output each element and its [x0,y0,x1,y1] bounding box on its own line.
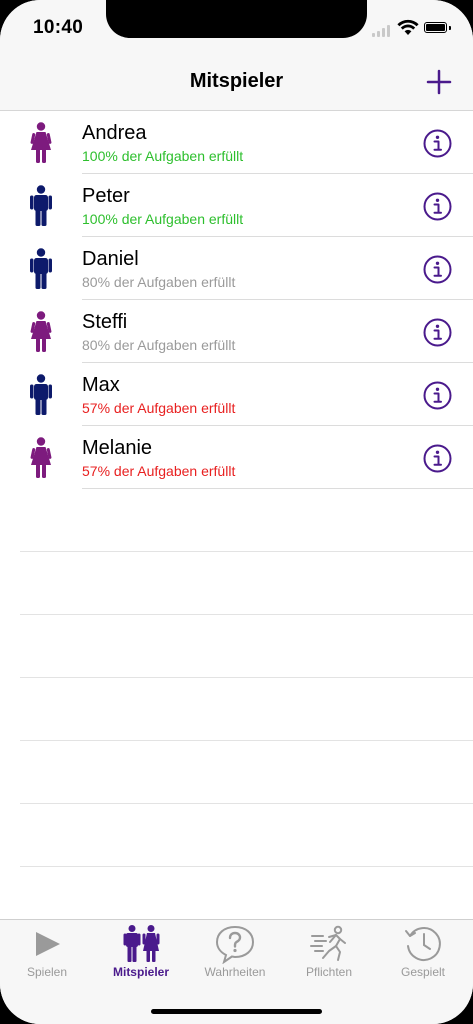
player-name: Melanie [82,437,153,459]
empty-row [0,615,473,678]
male-person-icon [28,185,54,227]
player-name: Peter [82,185,130,207]
male-person-icon [28,374,54,416]
players-icon [123,925,160,962]
player-row[interactable]: Andrea 100% der Aufgaben erfüllt [0,111,473,174]
empty-row [0,741,473,804]
tab-label: Pflichten [305,965,353,979]
info-button[interactable] [423,192,452,221]
player-name: Steffi [82,311,128,333]
info-button[interactable] [423,318,452,347]
player-row[interactable]: Melanie 57% der Aufgaben erfüllt [0,426,473,489]
page-title: Mitspieler [189,70,284,92]
plus-icon [426,69,452,95]
notch [106,0,367,38]
play-icon [36,932,60,956]
empty-row [0,552,473,615]
player-list: Andrea 100% der Aufgaben erfüllt Peter 1… [0,111,473,489]
tab-label: Mitspieler [112,965,169,979]
empty-row [0,804,473,867]
player-row[interactable]: Steffi 80% der Aufgaben erfüllt [0,300,473,363]
info-icon [423,192,452,221]
tab-mitspieler[interactable]: Mitspieler [94,920,188,990]
battery-icon [424,22,447,33]
player-row[interactable]: Daniel 80% der Aufgaben erfüllt [0,237,473,300]
player-status: 100% der Aufgaben erfüllt [82,148,244,164]
status-time: 10:40 [33,17,84,38]
player-row[interactable]: Max 57% der Aufgaben erfüllt [0,363,473,426]
player-name: Andrea [82,122,147,144]
player-name: Daniel [82,248,139,270]
player-status: 57% der Aufgaben erfüllt [82,400,236,416]
male-person-icon [28,248,54,290]
female-person-icon [28,122,54,164]
status-bar: 10:40 [0,0,473,56]
tab-label: Wahrheiten [204,965,266,979]
info-icon [423,255,452,284]
player-row[interactable]: Peter 100% der Aufgaben erfüllt [0,174,473,237]
player-status: 80% der Aufgaben erfüllt [82,337,236,353]
navigation-bar: Mitspieler [0,56,473,111]
cellular-signal-icon [372,25,392,37]
player-status: 57% der Aufgaben erfüllt [82,463,236,479]
wifi-icon [397,19,419,35]
tab-wahrheiten[interactable]: Wahrheiten [188,920,282,990]
player-status: 100% der Aufgaben erfüllt [82,211,244,227]
info-button[interactable] [423,255,452,284]
female-person-icon [28,311,54,353]
info-button[interactable] [423,444,452,473]
home-indicator [151,1009,322,1014]
tab-spielen[interactable]: Spielen [0,920,94,990]
empty-row [0,489,473,552]
history-clock-icon [405,926,441,961]
player-status: 80% der Aufgaben erfüllt [82,274,236,290]
info-button[interactable] [423,129,452,158]
add-player-button[interactable] [424,67,454,97]
tab-gespielt[interactable]: Gespielt [376,920,470,990]
running-person-icon [310,925,346,961]
player-name: Max [82,374,120,396]
female-person-icon [28,437,54,479]
info-icon [423,444,452,473]
question-bubble-icon [215,925,255,964]
phone-screen: 10:40 Mitspieler Andrea 100% der Aufgabe… [0,0,473,1024]
info-icon [423,318,452,347]
tab-label: Gespielt [400,965,446,979]
battery-tip [449,26,451,30]
empty-list-area [0,489,473,867]
tab-pflichten[interactable]: Pflichten [282,920,376,990]
info-icon [423,381,452,410]
info-icon [423,129,452,158]
tab-label: Spielen [26,965,68,979]
empty-row [0,678,473,741]
info-button[interactable] [423,381,452,410]
